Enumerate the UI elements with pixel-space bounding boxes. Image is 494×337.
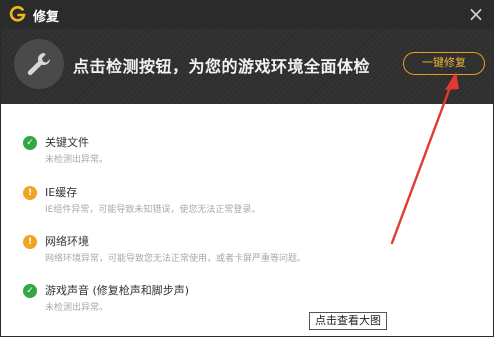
repair-window: 修复 × 点击检测按钮，为您的游戏环境全面体检 一键修复 ✓ 关键文件 未检测出… [0, 0, 494, 337]
header-text: 点击检测按钮，为您的游戏环境全面体检 [73, 57, 371, 76]
warning-icon: ! [23, 186, 37, 200]
item-desc: 未检测出异常。 [45, 155, 109, 165]
item-title: 网络环境 [45, 235, 89, 248]
check-icon: ✓ [23, 136, 37, 150]
list-item-key-files: ✓ 关键文件 未检测出异常。 [23, 134, 463, 174]
item-title: IE缓存 [45, 186, 78, 199]
wrench-icon [27, 52, 51, 76]
check-list: ✓ 关键文件 未检测出异常。 ! IE缓存 IE组件异常，可能导致未知错误，使您… [1, 104, 493, 336]
item-desc: 未检测出异常。 [45, 303, 109, 313]
list-item-ie-cache: ! IE缓存 IE组件异常，可能导致未知错误，使您无法正常登录。 [23, 184, 463, 224]
header-banner: 点击检测按钮，为您的游戏环境全面体检 一键修复 [1, 29, 493, 104]
item-title: 游戏声音 (修复枪声和脚步声) [45, 284, 190, 297]
one-click-repair-button[interactable]: 一键修复 [403, 52, 485, 75]
close-button[interactable]: × [465, 3, 487, 25]
item-desc: IE组件异常，可能导致未知错误，使您无法正常登录。 [45, 205, 261, 215]
view-large-image-tooltip: 点击查看大图 [309, 312, 387, 330]
list-item-game-sound: ✓ 游戏声音 (修复枪声和脚步声) 未检测出异常。 [23, 282, 463, 322]
item-title: 关键文件 [45, 136, 89, 149]
warning-icon: ! [23, 235, 37, 249]
list-item-network: ! 网络环境 网络环境异常，可能导致您无法正常使用，或者卡屏严重等问题。 [23, 233, 463, 273]
title-bar[interactable]: 修复 × [1, 1, 493, 29]
wrench-badge [14, 39, 64, 89]
item-desc: 网络环境异常，可能导致您无法正常使用，或者卡屏严重等问题。 [45, 254, 307, 264]
check-icon: ✓ [23, 284, 37, 298]
window-title: 修复 [33, 10, 60, 25]
g-logo-icon [9, 6, 26, 22]
